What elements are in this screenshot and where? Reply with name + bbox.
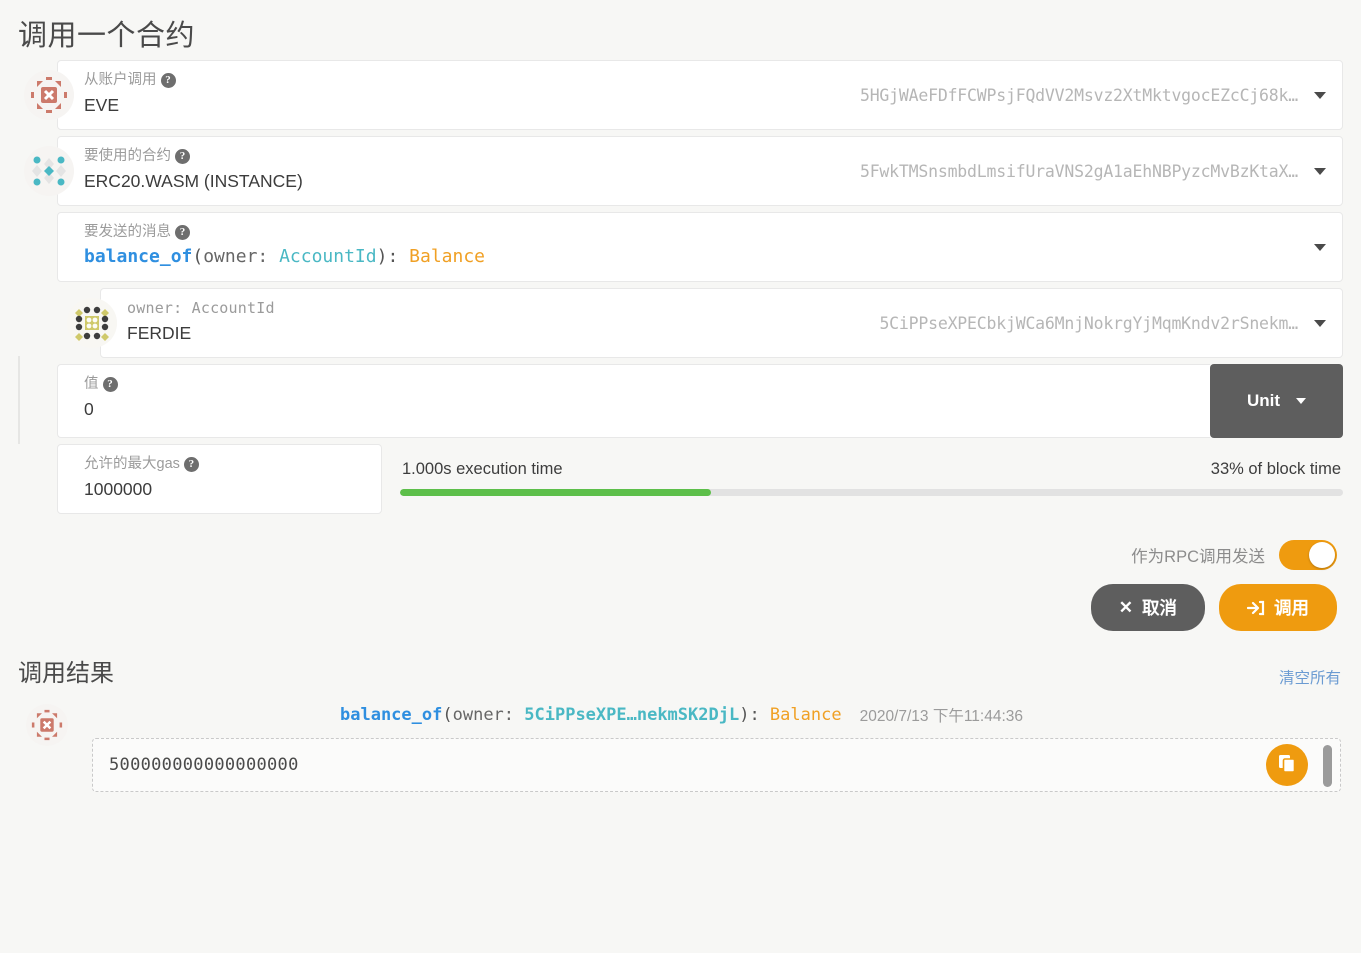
result-value: 500000000000000000 <box>109 755 299 775</box>
message-fn-name: balance_of <box>84 246 193 267</box>
contract-value: ERC20.WASM (INSTANCE) <box>84 171 303 191</box>
unit-label: Unit <box>1246 391 1281 410</box>
contract-right: 5FwkTMSnsmbdLmsifUraVNS2gA1aEhNBPyzcMvBz… <box>860 162 1328 181</box>
contract-label-wrap: 要使用的合约 <box>84 146 303 166</box>
progress-track <box>400 489 1343 496</box>
unit-dropdown-button[interactable]: Unit <box>1210 364 1343 438</box>
result-open-paren: ( <box>442 705 453 725</box>
gas-label-wrap: 允许的最大gas <box>84 454 367 474</box>
help-icon[interactable] <box>175 224 190 240</box>
gas-label: 允许的最大gas <box>84 456 180 472</box>
result-return-type: Balance <box>769 705 842 725</box>
identicon-eve-icon <box>24 70 74 120</box>
param-owner-labels: owner: AccountId FERDIE <box>127 298 275 346</box>
identicon-contract-icon <box>24 146 74 196</box>
gas-row: 允许的最大gas 1000000 1.000s execution time 3… <box>57 444 1343 514</box>
help-icon[interactable] <box>160 72 176 88</box>
execution-labels: 1.000s execution time 33% of block time <box>400 460 1343 489</box>
result-header-row: balance_of(owner: 5CiPPseXPE…nekmSK2DjL)… <box>0 704 1361 726</box>
copy-button[interactable] <box>1266 744 1308 786</box>
param-indent-rail <box>18 356 20 444</box>
message-arg-type: AccountId <box>279 246 377 267</box>
message-return-type: Balance <box>409 246 485 267</box>
chevron-down-icon[interactable] <box>1314 243 1326 251</box>
param-owner-label: owner: AccountId <box>127 299 275 317</box>
results-title: 调用结果 <box>18 660 114 687</box>
identicon-eve-icon <box>26 704 68 746</box>
from-account-value: EVE <box>84 95 120 115</box>
call-contract-page: 调用一个合约 从账户调用 EVE <box>0 0 1361 953</box>
result-signature: balance_of(owner: 5CiPPseXPE…nekmSK2DjL)… <box>340 705 842 725</box>
contract-label: 要使用的合约 <box>84 148 171 164</box>
call-button-label: 调用 <box>1274 598 1309 618</box>
help-icon[interactable] <box>102 376 118 392</box>
chevron-down-icon[interactable] <box>1314 167 1326 175</box>
from-account-address: 5HGjWAeFDfFCWPsjFQdVV2Msvz2XtMktvgocEZcC… <box>859 85 1298 105</box>
value-row: 值 0 Unit <box>57 364 1343 438</box>
contract-field[interactable]: 要使用的合约 ERC20.WASM (INSTANCE) 5FwkTMSnsmb… <box>24 136 1343 206</box>
param-owner-value: FERDIE <box>127 323 192 343</box>
message-field[interactable]: 要发送的消息 balance_of(owner: AccountId): Bal… <box>57 212 1343 282</box>
result-scrollbar[interactable] <box>1323 745 1332 787</box>
progress-fill <box>400 489 712 496</box>
message-label-wrap: 要发送的消息 <box>84 222 485 242</box>
chevron-down-icon[interactable] <box>1314 319 1326 327</box>
message-label: 要发送的消息 <box>84 224 171 240</box>
value-label: 值 <box>84 376 99 392</box>
message-arg-name: owner: <box>203 246 280 267</box>
call-button[interactable]: 调用 <box>1219 584 1337 631</box>
execution-time-label: 1.000s execution time <box>402 460 563 478</box>
result-arg-account: 5CiPPseXPE…nekmSK2DjL <box>524 705 740 725</box>
from-account-label: 从账户调用 <box>84 72 157 88</box>
block-time-label: 33% of block time <box>1210 460 1341 478</box>
param-owner-address: 5CiPPseXPECbkjWCa6MnjNokrgYjMqmKndv2rSne… <box>879 313 1298 333</box>
result-fn-name: balance_of <box>340 705 443 725</box>
value-label-wrap: 值 <box>84 374 1196 394</box>
sign-in-icon <box>1247 600 1265 616</box>
action-buttons: ✕ 取消 调用 <box>0 584 1337 631</box>
contract-labels: 要使用的合约 ERC20.WASM (INSTANCE) <box>84 146 303 194</box>
chevron-down-icon[interactable] <box>1314 91 1326 99</box>
message-open-paren: ( <box>192 246 204 267</box>
page-title: 调用一个合约 <box>18 20 196 52</box>
contract-address: 5FwkTMSnsmbdLmsifUraVNS2gA1aEhNBPyzcMvBz… <box>859 161 1298 181</box>
result-item: balance_of(owner: 5CiPPseXPE…nekmSK2DjL)… <box>0 704 1361 792</box>
identicon-ferdie-icon <box>67 298 117 348</box>
cancel-button[interactable]: ✕ 取消 <box>1090 584 1205 631</box>
result-value-box: 500000000000000000 <box>92 738 1341 792</box>
rpc-toggle-row: 作为RPC调用发送 <box>0 540 1337 570</box>
close-icon: ✕ <box>1118 598 1133 617</box>
clear-all-link[interactable]: 清空所有 <box>1279 666 1341 688</box>
rpc-toggle-switch[interactable] <box>1279 540 1337 570</box>
value-input[interactable]: 0 <box>84 394 1196 422</box>
result-arg-name: owner: <box>452 705 525 725</box>
param-owner-right: 5CiPPseXPECbkjWCa6MnjNokrgYjMqmKndv2rSne… <box>879 314 1328 333</box>
message-labels: 要发送的消息 balance_of(owner: AccountId): Bal… <box>84 222 485 270</box>
toggle-knob <box>1309 542 1335 568</box>
help-icon[interactable] <box>183 456 199 472</box>
cancel-button-label: 取消 <box>1142 598 1177 618</box>
results-header: 调用结果 清空所有 <box>18 653 1341 688</box>
gas-input[interactable]: 1000000 <box>84 474 367 502</box>
result-timestamp: 2020/7/13 下午11:44:36 <box>859 708 1024 725</box>
param-owner-field[interactable]: owner: AccountId FERDIE 5CiPPseXPECbkjWC… <box>67 288 1343 358</box>
chevron-down-icon <box>1296 398 1307 404</box>
execution-time-meter: 1.000s execution time 33% of block time <box>400 444 1343 496</box>
message-right <box>1314 243 1328 251</box>
gas-field[interactable]: 允许的最大gas 1000000 <box>57 444 382 514</box>
help-icon[interactable] <box>175 148 190 164</box>
message-close-paren: ): <box>376 246 410 267</box>
from-account-right: 5HGjWAeFDfFCWPsjFQdVV2Msvz2XtMktvgocEZcC… <box>860 86 1328 105</box>
value-field[interactable]: 值 0 <box>57 364 1210 438</box>
result-close-paren: ): <box>739 705 770 725</box>
from-account-labels: 从账户调用 EVE <box>84 70 176 118</box>
copy-icon <box>1277 753 1297 778</box>
from-account-field[interactable]: 从账户调用 EVE 5HGjWAeFDfFCWPsjFQdVV2Msvz2XtM… <box>24 60 1343 130</box>
from-account-label-wrap: 从账户调用 <box>84 70 176 90</box>
rpc-toggle-label: 作为RPC调用发送 <box>1131 548 1265 566</box>
message-signature: balance_of(owner: AccountId): Balance <box>84 242 485 270</box>
